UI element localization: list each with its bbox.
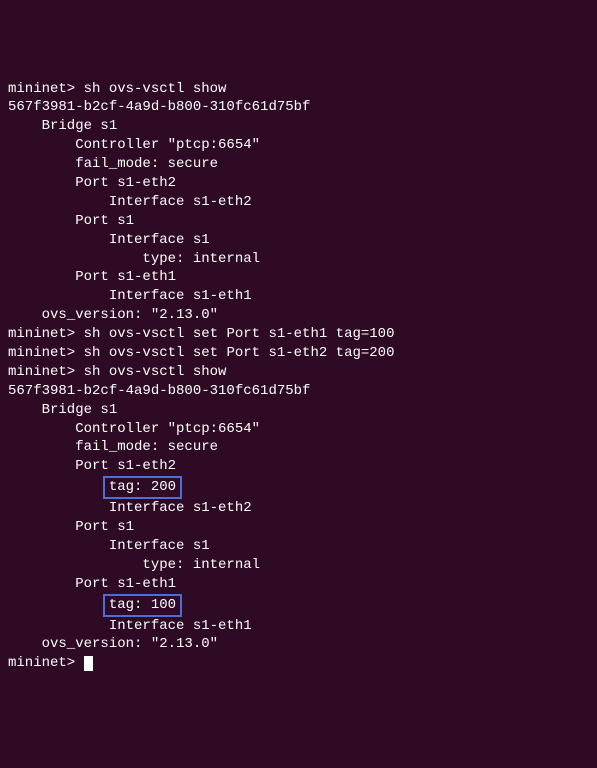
- output-port-eth1: Port s1-eth1: [8, 575, 589, 594]
- output-bridge: Bridge s1: [8, 117, 589, 136]
- output-port-eth2: Port s1-eth2: [8, 457, 589, 476]
- command-text: sh ovs-vsctl set Port s1-eth2 tag=200: [84, 345, 395, 361]
- output-iface-s1: Interface s1: [8, 231, 589, 250]
- prompt: mininet>: [8, 345, 84, 361]
- output-uuid: 567f3981-b2cf-4a9d-b800-310fc61d75bf: [8, 98, 589, 117]
- output-iface-eth2: Interface s1-eth2: [8, 499, 589, 518]
- prompt: mininet>: [8, 81, 84, 97]
- command-text: sh ovs-vsctl show: [84, 364, 227, 380]
- output-port-eth1: Port s1-eth1: [8, 268, 589, 287]
- command-line: mininet> sh ovs-vsctl set Port s1-eth1 t…: [8, 325, 589, 344]
- output-ovs-version: ovs_version: "2.13.0": [8, 635, 589, 654]
- output-iface-eth1: Interface s1-eth1: [8, 287, 589, 306]
- output-port-s1: Port s1: [8, 212, 589, 231]
- output-bridge: Bridge s1: [8, 401, 589, 420]
- prompt: mininet>: [8, 326, 84, 342]
- output-type-internal: type: internal: [8, 250, 589, 269]
- output-iface-s1: Interface s1: [8, 537, 589, 556]
- output-uuid: 567f3981-b2cf-4a9d-b800-310fc61d75bf: [8, 382, 589, 401]
- highlight-tag-200: tag: 200: [103, 476, 182, 499]
- output-iface-eth1: Interface s1-eth1: [8, 617, 589, 636]
- output-port-s1: Port s1: [8, 518, 589, 537]
- highlight-tag-100: tag: 100: [103, 594, 182, 617]
- output-fail-mode: fail_mode: secure: [8, 438, 589, 457]
- output-controller: Controller "ptcp:6654": [8, 136, 589, 155]
- command-text: sh ovs-vsctl set Port s1-eth1 tag=100: [84, 326, 395, 342]
- output-tag-200: tag: 200: [8, 476, 589, 499]
- prompt: mininet>: [8, 364, 84, 380]
- output-tag-100: tag: 100: [8, 594, 589, 617]
- output-type-internal: type: internal: [8, 556, 589, 575]
- command-line: mininet> sh ovs-vsctl set Port s1-eth2 t…: [8, 344, 589, 363]
- cursor-icon: [84, 656, 93, 671]
- output-ovs-version: ovs_version: "2.13.0": [8, 306, 589, 325]
- command-text: sh ovs-vsctl show: [84, 81, 227, 97]
- terminal-output: mininet> sh ovs-vsctl show567f3981-b2cf-…: [8, 80, 589, 674]
- output-fail-mode: fail_mode: secure: [8, 155, 589, 174]
- indent: [8, 597, 109, 613]
- command-line: mininet> sh ovs-vsctl show: [8, 80, 589, 99]
- command-prompt-active[interactable]: mininet>: [8, 654, 589, 673]
- output-port-eth2: Port s1-eth2: [8, 174, 589, 193]
- output-controller: Controller "ptcp:6654": [8, 420, 589, 439]
- prompt: mininet>: [8, 655, 84, 671]
- indent: [8, 479, 109, 495]
- command-line: mininet> sh ovs-vsctl show: [8, 363, 589, 382]
- output-iface-eth2: Interface s1-eth2: [8, 193, 589, 212]
